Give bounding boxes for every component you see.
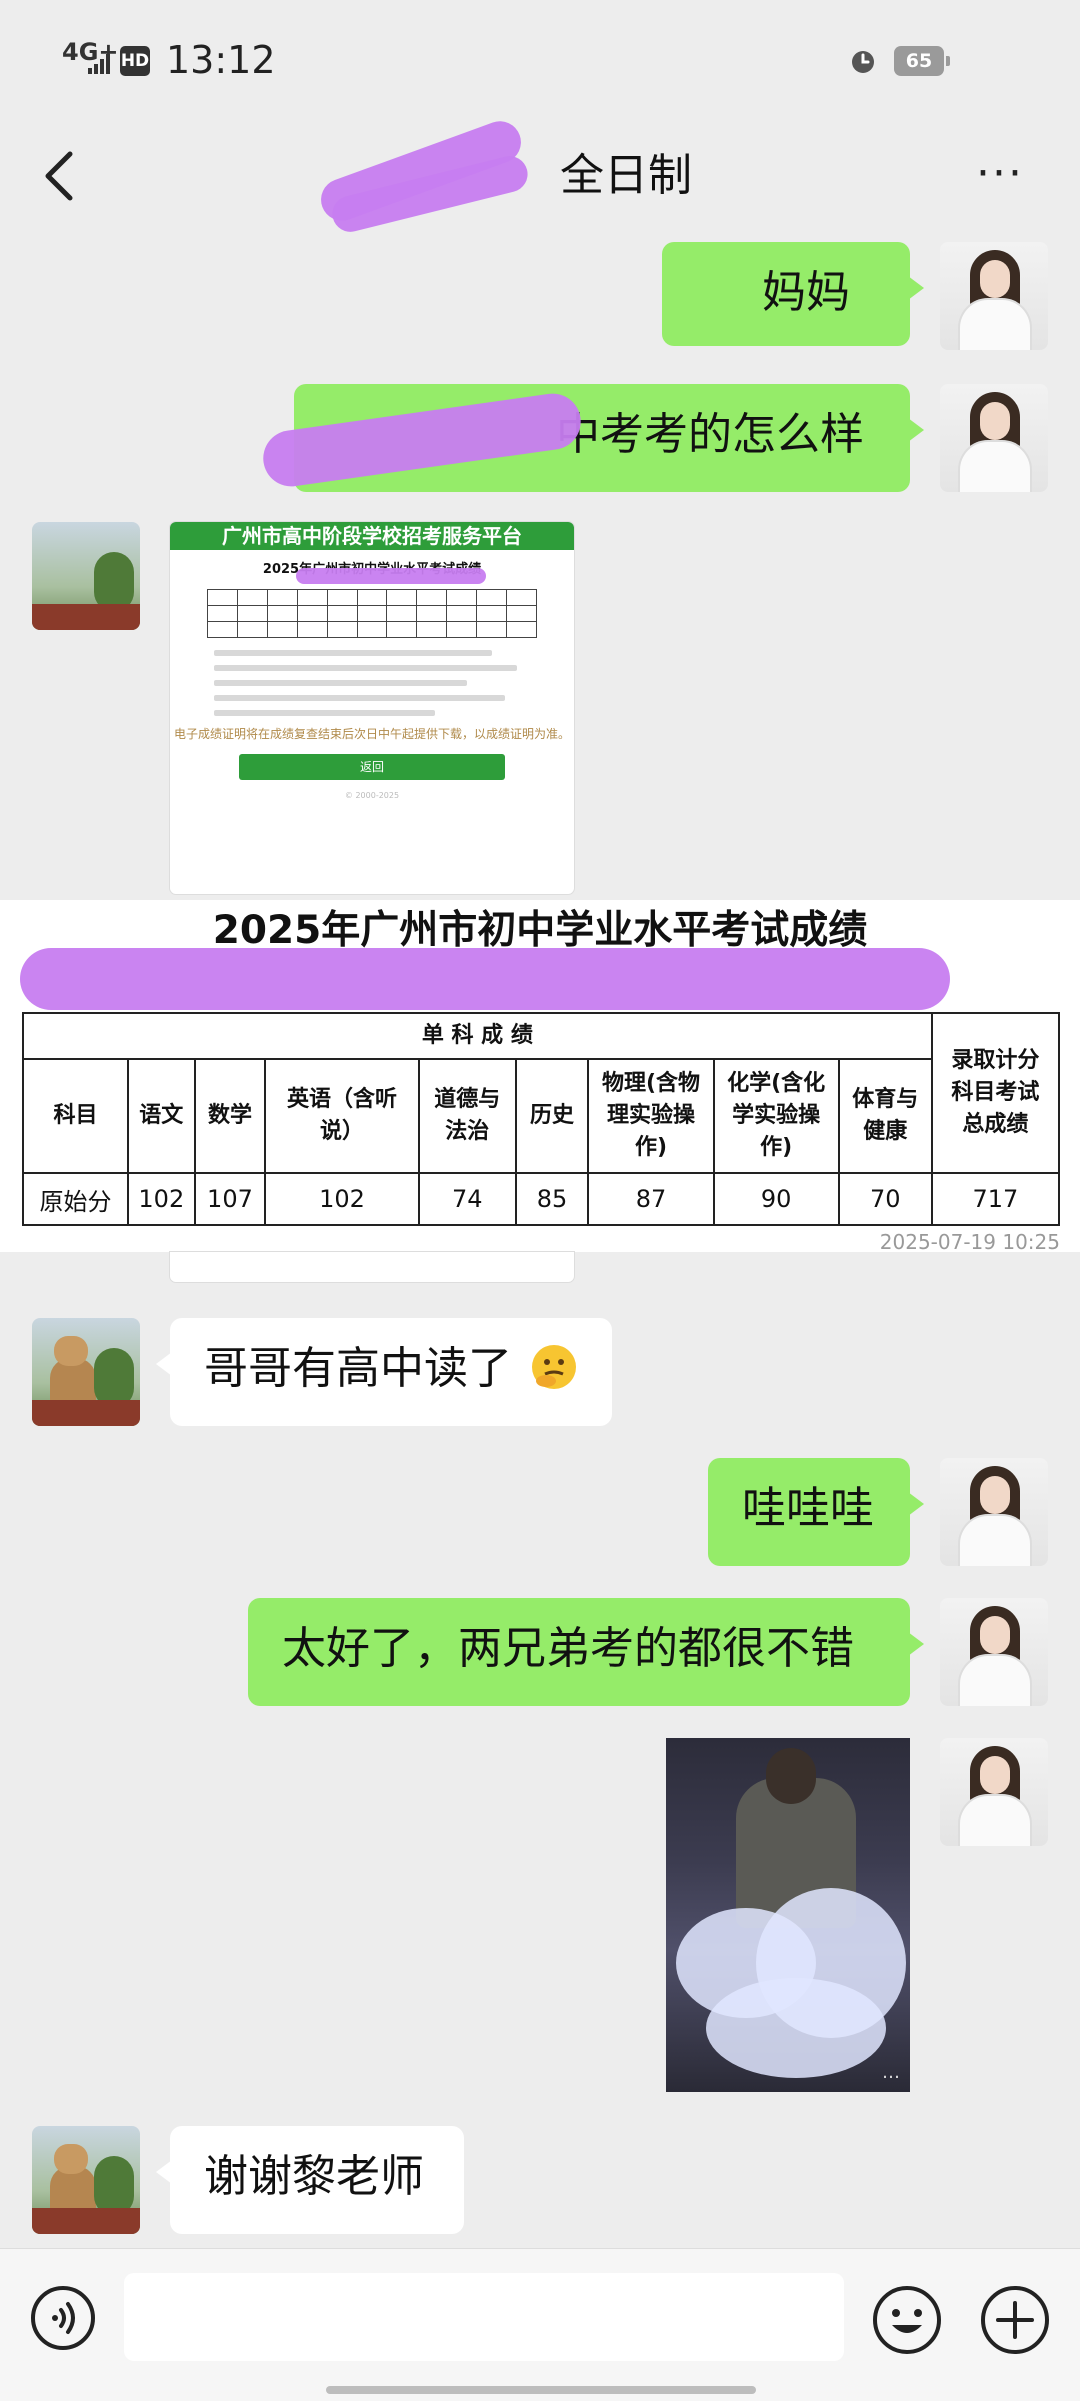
preview-notes xyxy=(214,650,530,716)
score-cell: 102 xyxy=(264,1172,420,1226)
status-bar: 4G+ HD 13:12 65 xyxy=(0,0,1080,120)
message-bubble-sent[interactable]: 太好了，两兄弟考的都很不错 xyxy=(248,1598,924,1706)
column-header: 体育与健康 xyxy=(837,1058,933,1174)
preview-footer: © 2000-2025 xyxy=(344,791,400,800)
contact-avatar[interactable] xyxy=(32,2126,140,2234)
score-cell: 102 xyxy=(127,1172,196,1226)
column-header: 物理(含物理实验操作) xyxy=(587,1058,715,1174)
my-avatar[interactable] xyxy=(940,1598,1048,1706)
my-avatar[interactable] xyxy=(940,384,1048,492)
plus-icon[interactable] xyxy=(980,2285,1050,2355)
preview-back-button: 返回 xyxy=(239,754,505,780)
video-watermark: … xyxy=(882,2062,900,2083)
input-bar xyxy=(0,2248,1080,2401)
score-cell: 87 xyxy=(587,1172,715,1226)
message-input[interactable] xyxy=(124,2273,844,2361)
column-header: 历史 xyxy=(514,1058,590,1174)
message-text: 哥哥有高中读了 xyxy=(204,1343,512,1394)
score-table: 单 科 成 绩 录取计分科目考试总成绩 科目 语文 数学 英语（含听说） 道德与… xyxy=(22,1012,1061,1226)
hd-badge: HD xyxy=(120,46,150,76)
column-header: 化学(含化学实验操作) xyxy=(712,1058,840,1174)
more-icon[interactable]: ··· xyxy=(976,146,1036,202)
column-header-subject: 科目 xyxy=(22,1058,129,1174)
score-cell: 70 xyxy=(837,1172,933,1226)
message-bubble-sent[interactable]: 哇哇哇 xyxy=(708,1458,924,1566)
column-header: 英语（含听说） xyxy=(264,1058,420,1174)
message-text: 中考考的怎么样 xyxy=(556,409,864,460)
total-score-cell: 717 xyxy=(930,1172,1061,1226)
column-header: 道德与法治 xyxy=(417,1058,517,1174)
score-timestamp: 2025-07-19 10:25 xyxy=(879,1230,1060,1254)
home-indicator[interactable] xyxy=(326,2386,756,2394)
shared-screenshot-image[interactable] xyxy=(170,1252,574,1282)
row-label: 原始分 xyxy=(22,1172,129,1226)
video-message[interactable]: … xyxy=(666,1738,910,2092)
preview-note: 电子成绩证明将在成绩复查结束后次日中午起提供下载，以成绩证明为准。 xyxy=(173,727,570,741)
my-avatar[interactable] xyxy=(940,242,1048,350)
redaction-mark xyxy=(296,568,486,584)
battery-icon: 65 xyxy=(894,46,950,76)
chat-header: 全日制 ··· xyxy=(0,120,1080,230)
signal-icon xyxy=(88,52,114,74)
message-bubble-received[interactable]: 谢谢黎老师 xyxy=(156,2126,464,2234)
score-cell: 90 xyxy=(712,1172,840,1226)
message-text: 谢谢黎老师 xyxy=(204,2151,424,2202)
message-text: 太好了，两兄弟考的都很不错 xyxy=(282,1623,854,1674)
message-bubble-received[interactable]: 哥哥有高中读了 xyxy=(156,1318,612,1426)
my-avatar[interactable] xyxy=(940,1738,1048,1846)
section-header: 单 科 成 绩 xyxy=(22,1012,933,1060)
message-text: 哇哇哇 xyxy=(742,1483,874,1534)
alarm-icon xyxy=(852,51,874,73)
platform-header: 广州市高中阶段学校招考服务平台 xyxy=(170,522,574,550)
message-bubble-sent[interactable]: 妈妈 xyxy=(662,242,924,346)
redaction-mark xyxy=(20,948,950,1010)
thinking-face-icon xyxy=(532,1345,576,1389)
voice-icon[interactable] xyxy=(30,2285,96,2351)
contact-avatar[interactable] xyxy=(32,522,140,630)
score-cell: 85 xyxy=(514,1172,590,1226)
score-cell: 74 xyxy=(417,1172,517,1226)
my-avatar[interactable] xyxy=(940,1458,1048,1566)
column-header: 语文 xyxy=(127,1058,196,1174)
message-text: 妈妈 xyxy=(762,267,850,318)
contact-avatar[interactable] xyxy=(32,1318,140,1426)
emoji-icon[interactable] xyxy=(872,2285,942,2355)
column-header: 数学 xyxy=(193,1058,267,1174)
clock-time: 13:12 xyxy=(166,38,276,82)
back-arrow-icon[interactable] xyxy=(40,148,80,204)
preview-score-table xyxy=(207,589,537,638)
score-overlay: 2025年广州市初中学业水平考试成绩 单 科 成 绩 录取计分科目考试总成绩 科… xyxy=(0,900,1080,1254)
score-cell: 107 xyxy=(193,1172,267,1226)
column-header-total: 录取计分科目考试总成绩 xyxy=(930,1012,1061,1174)
